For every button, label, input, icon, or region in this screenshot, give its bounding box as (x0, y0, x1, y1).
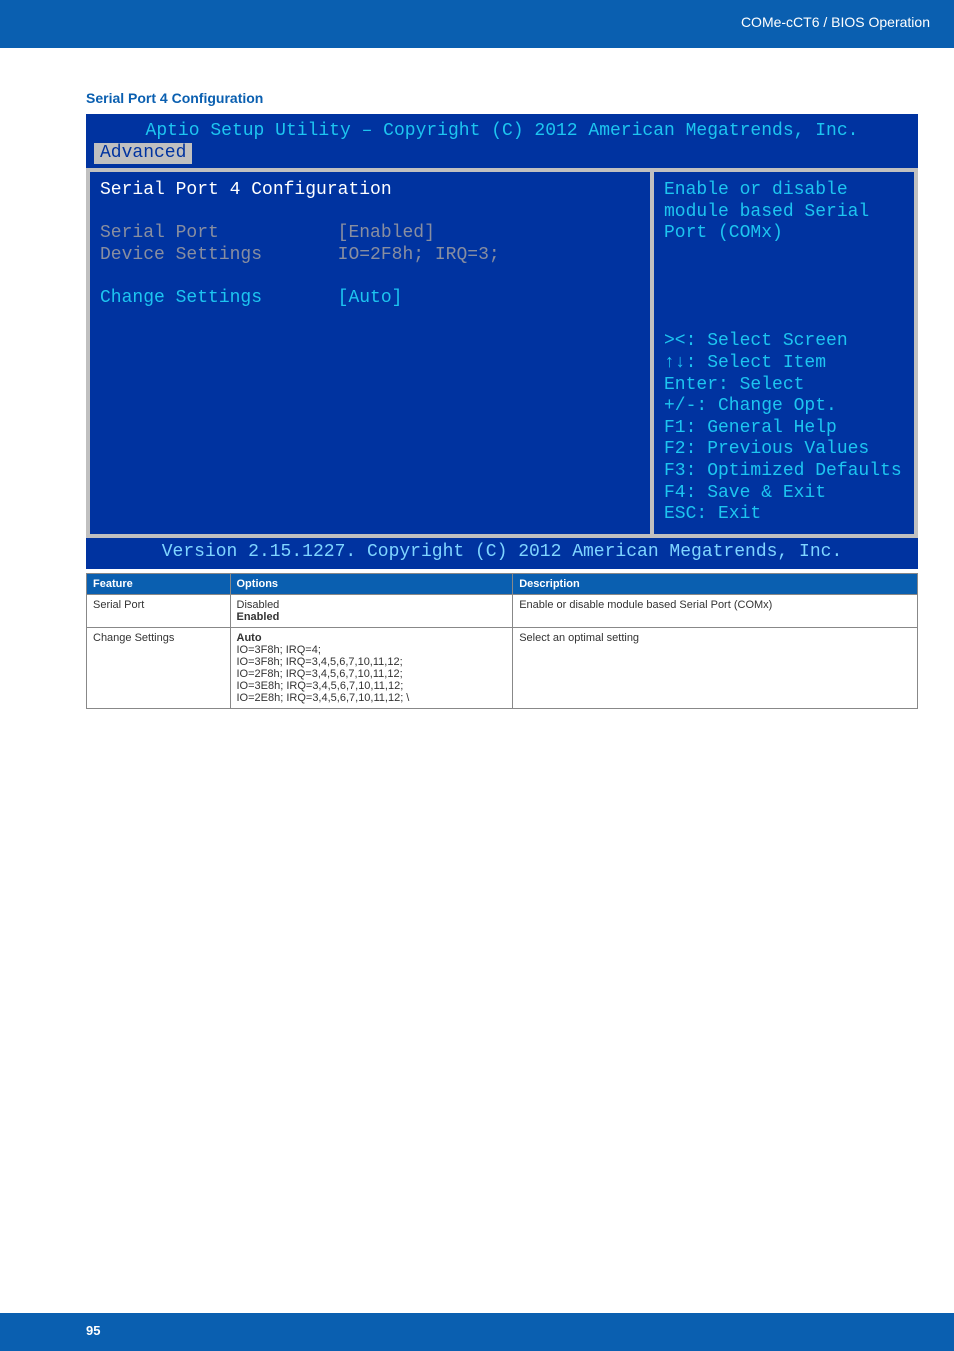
col-description: Description (513, 574, 918, 595)
bios-screenshot: Aptio Setup Utility – Copyright (C) 2012… (86, 114, 918, 569)
device-settings-value: IO=2F8h; IRQ=3; (338, 245, 500, 265)
table-header-row: Feature Options Description (87, 574, 918, 595)
table-row: Change Settings AutoIO=3F8h; IRQ=4;IO=3F… (87, 628, 918, 709)
bios-keys-help: ><: Select Screen ↑↓: Select Item Enter:… (664, 331, 902, 524)
bios-main: Serial Port 4 Configuration Serial Port … (86, 166, 918, 538)
bios-right-panel: Enable or disable module based Serial Po… (654, 172, 914, 534)
serial-port-label[interactable]: Serial Port (100, 223, 219, 243)
cell-description: Enable or disable module based Serial Po… (513, 595, 918, 628)
change-settings-label[interactable]: Change Settings (100, 288, 262, 308)
bios-left-title: Serial Port 4 Configuration (100, 180, 392, 200)
col-feature: Feature (87, 574, 231, 595)
header-bar: COMe-cCT6 / BIOS Operation (0, 0, 954, 48)
header-breadcrumb: COMe-cCT6 / BIOS Operation (741, 14, 930, 30)
table-row: Serial Port DisabledEnabled Enable or di… (87, 595, 918, 628)
cell-options: AutoIO=3F8h; IRQ=4;IO=3F8h; IRQ=3,4,5,6,… (230, 628, 513, 709)
page-footer: 95 (0, 1313, 954, 1351)
cell-feature: Serial Port (87, 595, 231, 628)
cell-options: DisabledEnabled (230, 595, 513, 628)
page-content: Serial Port 4 Configuration Aptio Setup … (86, 90, 918, 709)
page-number: 95 (86, 1323, 100, 1338)
device-settings-label: Device Settings (100, 245, 262, 265)
cell-description: Select an optimal setting (513, 628, 918, 709)
feature-table: Feature Options Description Serial Port … (86, 573, 918, 709)
col-options: Options (230, 574, 513, 595)
bios-title: Aptio Setup Utility – Copyright (C) 2012… (86, 117, 918, 143)
bios-tab-advanced[interactable]: Advanced (94, 143, 192, 165)
serial-port-value[interactable]: [Enabled] (338, 223, 435, 243)
bios-help-text: Enable or disable module based Serial Po… (664, 180, 869, 243)
bios-left-panel: Serial Port 4 Configuration Serial Port … (90, 172, 650, 534)
cell-feature: Change Settings (87, 628, 231, 709)
section-title: Serial Port 4 Configuration (86, 90, 918, 106)
bios-version: Version 2.15.1227. Copyright (C) 2012 Am… (86, 538, 918, 570)
bios-tab-row: Advanced (86, 143, 918, 167)
change-settings-value[interactable]: [Auto] (338, 288, 403, 308)
